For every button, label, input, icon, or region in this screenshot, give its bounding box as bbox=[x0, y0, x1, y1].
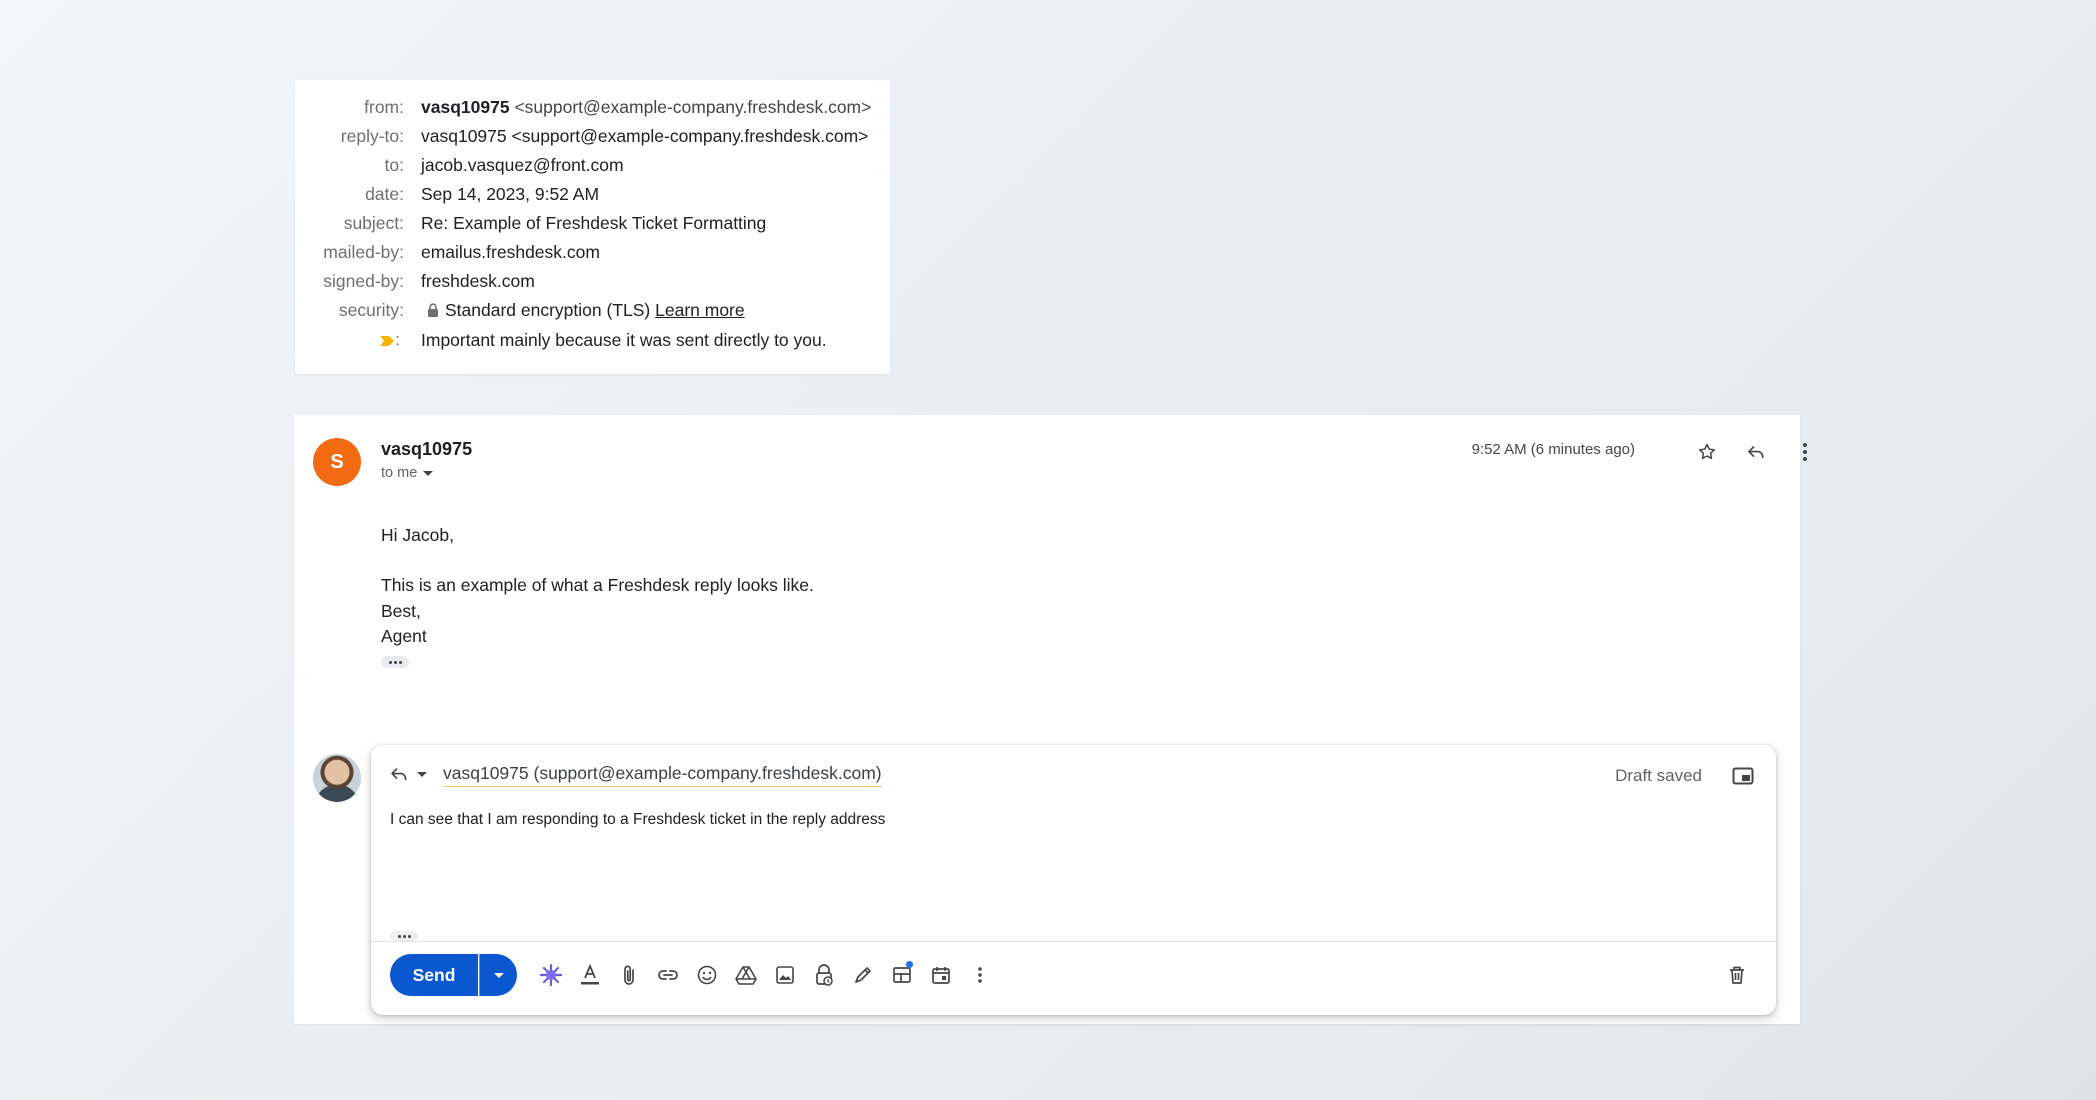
from-address: <support@example-company.freshdesk.com> bbox=[514, 96, 872, 117]
detail-row-to: to: jacob.vasquez@front.com bbox=[295, 154, 890, 176]
detail-label: signed-by: bbox=[323, 270, 404, 291]
detail-value: Important mainly because it was sent dir… bbox=[421, 329, 827, 350]
message-details-panel: from: vasq10975 <support@example-company… bbox=[295, 80, 890, 374]
recipients-toggle[interactable]: to me bbox=[381, 465, 434, 481]
learn-more-link[interactable]: Learn more bbox=[655, 300, 745, 320]
draft-status: Draft saved bbox=[1615, 766, 1702, 785]
popout-icon[interactable] bbox=[1730, 765, 1756, 787]
more-vert-icon[interactable] bbox=[1790, 437, 1820, 467]
new-feature-badge bbox=[906, 961, 913, 968]
emoji-icon[interactable] bbox=[687, 957, 726, 993]
detail-label: subject: bbox=[343, 212, 404, 233]
reply-composer: vasq10975 (support@example-company.fresh… bbox=[371, 745, 1776, 1015]
composer-divider bbox=[371, 941, 1776, 942]
detail-label: to: bbox=[384, 154, 404, 175]
show-trimmed-content-button[interactable] bbox=[381, 656, 409, 668]
detail-row-signed-by: signed-by: freshdesk.com bbox=[295, 270, 890, 292]
message-card: S vasq10975 to me 9:52 AM (6 minutes ago… bbox=[294, 415, 1807, 1024]
from-name: vasq10975 bbox=[421, 96, 510, 117]
detail-row-subject: subject: Re: Example of Freshdesk Ticket… bbox=[295, 212, 890, 234]
detail-value: jacob.vasquez@front.com bbox=[421, 154, 624, 175]
reply-type-dropdown[interactable] bbox=[389, 765, 427, 783]
show-trimmed-content-button[interactable] bbox=[390, 931, 418, 941]
security-text: Standard encryption (TLS) bbox=[445, 299, 651, 320]
importance-icon bbox=[379, 335, 395, 347]
detail-value: vasq10975 <support@example-company.fresh… bbox=[421, 125, 869, 146]
send-button[interactable]: Send bbox=[390, 954, 478, 996]
chevron-down-icon bbox=[417, 771, 427, 777]
detail-value: vasq10975 <support@example-company.fresh… bbox=[421, 97, 871, 118]
detail-row-security: security: Standard encryption (TLS) Lear… bbox=[295, 299, 890, 321]
message-time: 9:52 AM (6 minutes ago) bbox=[1471, 441, 1635, 458]
reply-icon[interactable] bbox=[1741, 437, 1771, 467]
user-avatar bbox=[313, 754, 361, 802]
detail-label: reply-to: bbox=[340, 125, 404, 146]
detail-row-importance: : Important mainly because it was sent d… bbox=[295, 329, 890, 351]
compose-body[interactable]: I can see that I am responding to a Fres… bbox=[390, 811, 885, 829]
chevron-down-icon bbox=[493, 972, 504, 978]
more-options-icon[interactable] bbox=[960, 957, 999, 993]
star-icon[interactable] bbox=[1692, 437, 1722, 467]
drive-icon[interactable] bbox=[726, 957, 765, 993]
photo-icon[interactable] bbox=[765, 957, 804, 993]
attach-icon[interactable] bbox=[609, 957, 648, 993]
formatting-icon[interactable] bbox=[570, 957, 609, 993]
recipient-field[interactable]: vasq10975 (support@example-company.fresh… bbox=[443, 763, 882, 787]
sender-name[interactable]: vasq10975 bbox=[381, 439, 472, 460]
detail-label: security: bbox=[338, 299, 404, 320]
link-icon[interactable] bbox=[648, 957, 687, 993]
detail-label: date: bbox=[365, 183, 404, 204]
importance-colon: : bbox=[395, 330, 400, 349]
detail-value: freshdesk.com bbox=[421, 270, 535, 291]
body-line-greeting: Hi Jacob, bbox=[381, 525, 454, 545]
lock-icon bbox=[427, 302, 439, 317]
detail-value: Sep 14, 2023, 9:52 AM bbox=[421, 183, 600, 204]
importance-marker: : bbox=[360, 330, 400, 350]
confidential-mode-icon[interactable] bbox=[804, 957, 843, 993]
detail-value: emailus.freshdesk.com bbox=[421, 241, 600, 262]
sender-avatar: S bbox=[313, 438, 361, 486]
layouts-icon[interactable] bbox=[882, 957, 921, 993]
detail-value: Standard encryption (TLS) Learn more bbox=[421, 300, 745, 321]
chevron-down-icon bbox=[423, 470, 434, 476]
compose-toolbar: Send bbox=[390, 953, 1756, 997]
detail-row-date: date: Sep 14, 2023, 9:52 AM bbox=[295, 183, 890, 205]
reply-icon bbox=[389, 765, 409, 783]
detail-row-mailed-by: mailed-by: emailus.freshdesk.com bbox=[295, 241, 890, 263]
detail-label: from: bbox=[364, 96, 404, 117]
send-options-button[interactable] bbox=[479, 954, 517, 996]
gemini-icon[interactable] bbox=[531, 957, 570, 993]
body-line-signoff: Best, bbox=[381, 601, 421, 621]
trash-icon[interactable] bbox=[1717, 957, 1756, 993]
to-me-label: to me bbox=[381, 465, 418, 481]
detail-value: Re: Example of Freshdesk Ticket Formatti… bbox=[421, 212, 767, 233]
detail-label: mailed-by: bbox=[323, 241, 404, 262]
detail-row-reply-to: reply-to: vasq10975 <support@example-com… bbox=[295, 125, 890, 147]
body-line-signature: Agent bbox=[381, 626, 427, 646]
schedule-event-icon[interactable] bbox=[921, 957, 960, 993]
body-line-content: This is an example of what a Freshdesk r… bbox=[381, 575, 814, 595]
detail-row-from: from: vasq10975 <support@example-company… bbox=[295, 96, 890, 118]
signature-icon[interactable] bbox=[843, 957, 882, 993]
